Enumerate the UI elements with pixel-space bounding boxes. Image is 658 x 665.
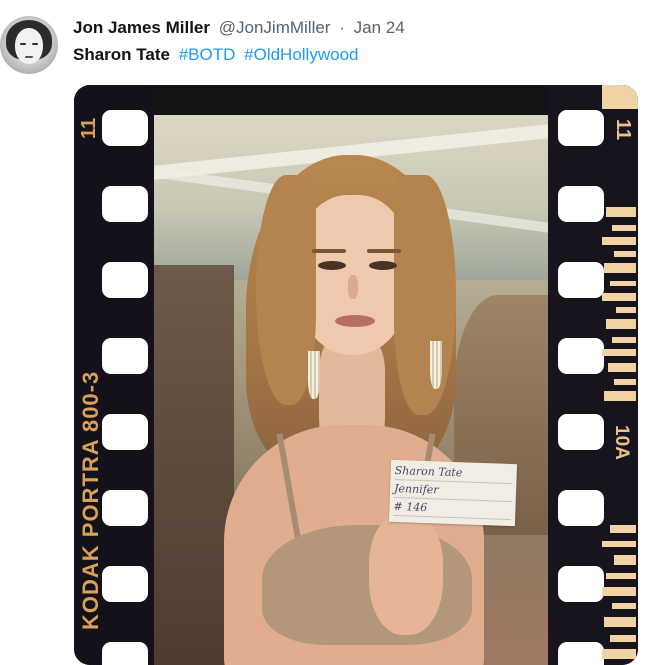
- post-media-image[interactable]: KODAK PORTRA 800-3 11 11 10A Sharon Tate…: [74, 85, 638, 665]
- sprocket-hole: [102, 642, 148, 665]
- author-name[interactable]: Jon James Miller: [73, 18, 210, 37]
- photo-frame: Sharon Tate Jennifer # 146: [154, 115, 548, 665]
- earring-right: [430, 341, 442, 389]
- portrait-brow-right: [367, 249, 401, 253]
- barcode-bar: [604, 263, 636, 273]
- barcode-bar: [606, 319, 636, 329]
- barcode-bar: [604, 391, 636, 401]
- sprocket-hole: [558, 414, 604, 450]
- film-edge-barcode: [602, 85, 638, 665]
- avatar-eye-left: [20, 43, 26, 45]
- separator-dot: ·: [339, 18, 345, 37]
- sprocket-hole: [558, 566, 604, 602]
- avatar-mouth: [25, 56, 33, 58]
- film-brand-text: KODAK PORTRA 800-3: [78, 370, 103, 630]
- portrait-hand: [369, 515, 443, 635]
- sprocket-hole: [102, 110, 148, 146]
- post-text-bold: Sharon Tate: [73, 45, 170, 64]
- post-text: Sharon Tate #BOTD #OldHollywood: [73, 45, 358, 65]
- barcode-bar: [602, 649, 636, 659]
- author-handle[interactable]: @JonJimMiller: [219, 18, 331, 37]
- portrait-brow-left: [312, 249, 346, 253]
- sprocket-hole: [102, 414, 148, 450]
- barcode-bar: [614, 555, 636, 565]
- portrait-eye-left: [318, 261, 346, 270]
- barcode-bar: [602, 85, 638, 109]
- sprocket-hole: [102, 186, 148, 222]
- sprocket-hole: [102, 490, 148, 526]
- sprocket-hole: [102, 262, 148, 298]
- barcode-bar: [614, 379, 636, 385]
- barcode-bar: [616, 307, 636, 313]
- avatar-face: [15, 28, 43, 64]
- sprocket-hole: [558, 110, 604, 146]
- post-date[interactable]: Jan 24: [354, 18, 405, 37]
- barcode-bar: [602, 349, 636, 356]
- sprocket-hole: [558, 338, 604, 374]
- sprocket-hole: [558, 490, 604, 526]
- post-header: Jon James Miller @JonJimMiller · Jan 24: [73, 18, 405, 38]
- barcode-bar: [614, 251, 636, 257]
- sprocket-hole: [558, 642, 604, 665]
- author-avatar[interactable]: [0, 16, 58, 74]
- barcode-bar: [606, 573, 636, 579]
- barcode-bar: [610, 525, 636, 533]
- sprocket-hole: [102, 338, 148, 374]
- sprocket-hole: [558, 186, 604, 222]
- barcode-bar: [612, 603, 636, 609]
- barcode-bar: [612, 337, 636, 343]
- hashtag-oldhollywood[interactable]: #OldHollywood: [244, 45, 358, 64]
- barcode-bar: [610, 635, 636, 642]
- portrait-hair-left: [256, 175, 316, 405]
- frame-number-left: 11: [78, 117, 100, 139]
- avatar-eye-right: [32, 43, 38, 45]
- barcode-bar: [612, 225, 636, 231]
- sprocket-hole: [102, 566, 148, 602]
- barcode-bar: [602, 293, 636, 301]
- earring-left: [308, 351, 320, 399]
- slate-card: Sharon Tate Jennifer # 146: [388, 459, 518, 527]
- portrait-nose: [348, 275, 358, 299]
- barcode-bar: [610, 281, 636, 286]
- barcode-bar: [602, 541, 636, 547]
- slate-card-line: # 146: [393, 497, 512, 521]
- barcode-bar: [602, 237, 636, 245]
- barcode-bar: [608, 363, 636, 372]
- hashtag-botd[interactable]: #BOTD: [179, 45, 236, 64]
- portrait-hair-right: [394, 175, 456, 415]
- set-wall: [154, 265, 234, 665]
- sprocket-hole: [558, 262, 604, 298]
- portrait-eye-right: [369, 261, 397, 270]
- barcode-bar: [604, 617, 636, 627]
- barcode-bar: [602, 587, 636, 596]
- barcode-bar: [606, 207, 636, 217]
- portrait-lips: [335, 315, 375, 327]
